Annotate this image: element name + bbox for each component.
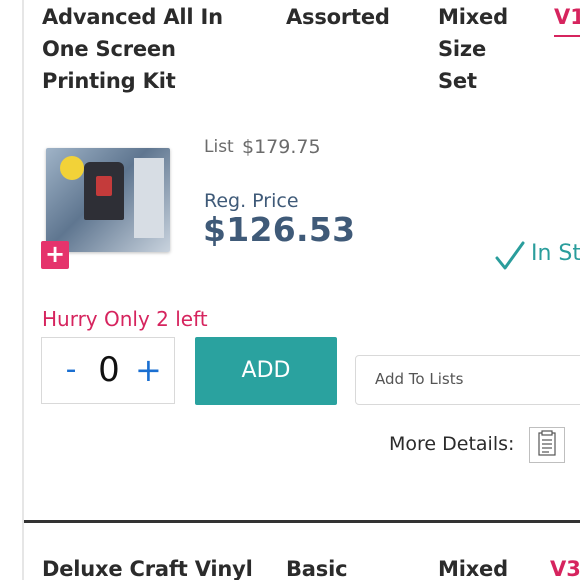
product-size: Mixed xyxy=(438,557,508,580)
document-icon[interactable] xyxy=(529,427,565,463)
row-divider xyxy=(24,520,580,523)
product-color: Assorted xyxy=(286,5,390,29)
list-price-label: List xyxy=(204,137,234,157)
quantity-input[interactable]: 0 xyxy=(94,350,124,390)
stock-status: In St xyxy=(531,241,580,266)
more-details-label: More Details: xyxy=(389,433,515,455)
product-size: Mixed Size Set xyxy=(438,5,508,93)
plus-icon[interactable]: + xyxy=(41,241,69,269)
left-border xyxy=(22,0,24,580)
sku-link[interactable]: V3 xyxy=(550,553,580,580)
thumbnail-shirt-print xyxy=(96,176,112,196)
document-icon-graphic xyxy=(538,430,556,456)
qty-increment-button[interactable]: + xyxy=(135,352,162,388)
qty-decrement-button[interactable]: - xyxy=(62,352,80,388)
product-name: Advanced All In One Screen Printing Kit xyxy=(42,5,223,93)
hurry-message: Hurry Only 2 left xyxy=(42,307,208,331)
thumbnail-badge xyxy=(60,156,84,180)
reg-price: $126.53 xyxy=(203,210,356,249)
add-to-cart-button[interactable]: ADD xyxy=(195,337,337,405)
sku-link[interactable]: V1 xyxy=(554,1,580,33)
list-price: $179.75 xyxy=(242,136,321,158)
product-list-page: Advanced All In One Screen Printing Kit … xyxy=(0,0,580,580)
product-name: Deluxe Craft Vinyl xyxy=(42,557,253,580)
add-to-lists-label: Add To Lists xyxy=(375,370,464,388)
product-color: Basic xyxy=(286,557,348,580)
checkmark-icon xyxy=(495,241,525,270)
sku-link-underline xyxy=(554,35,580,37)
thumbnail-package xyxy=(134,158,164,238)
product-thumbnail[interactable] xyxy=(46,148,170,252)
reg-price-label: Reg. Price xyxy=(204,190,299,212)
